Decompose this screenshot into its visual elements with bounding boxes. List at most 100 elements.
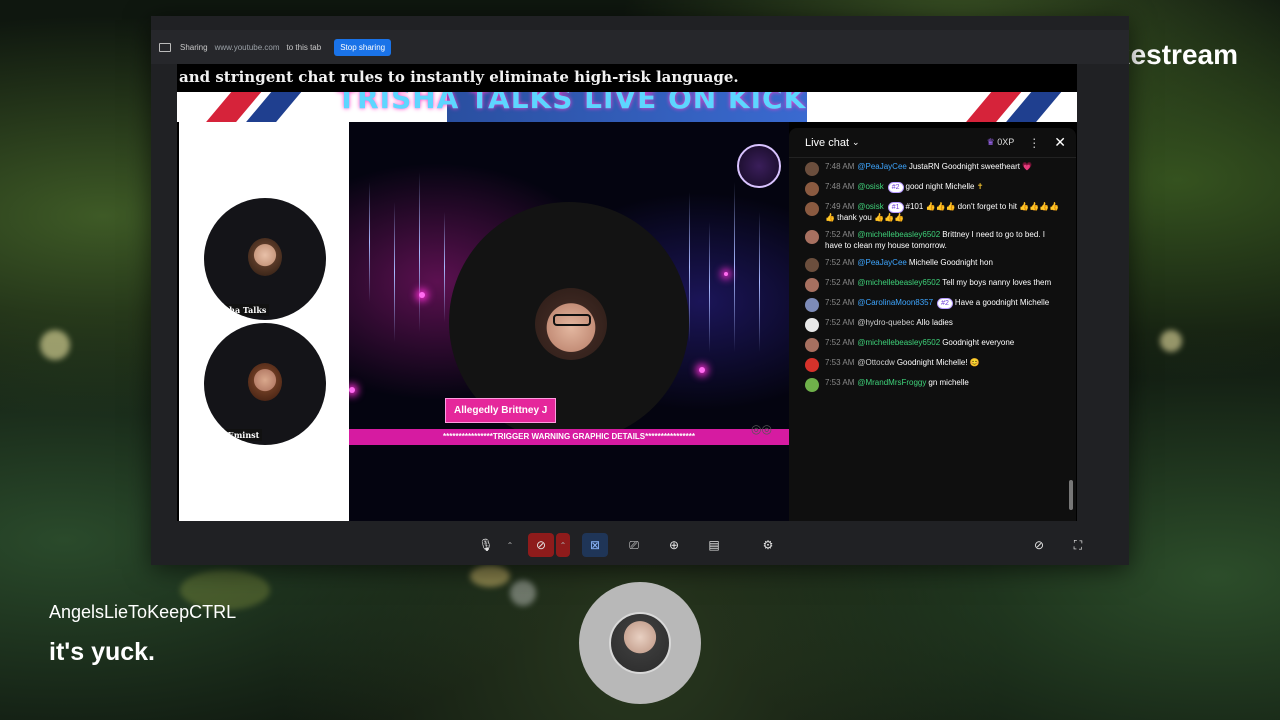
- chat-message[interactable]: 7:52 AM @michellebeasley6502 Tell my boys …: [805, 277, 1062, 292]
- chat-username[interactable]: @michellebeasley6502: [857, 278, 940, 287]
- bokeh-light: [470, 565, 510, 587]
- xp-value: 0XP: [997, 137, 1015, 147]
- chat-avatar[interactable]: [805, 357, 819, 372]
- stop-sharing-button[interactable]: Stop sharing: [334, 38, 392, 56]
- chat-username[interactable]: @michellebeasley6502: [857, 338, 940, 347]
- chat-message-body: 7:53 AM @Ottocdw Goodnight Michelle! 😊: [825, 358, 1062, 372]
- screen-share-toggle-icon[interactable]: ⊠: [582, 533, 608, 557]
- settings-gear-icon[interactable]: ⚙: [755, 533, 781, 557]
- sparkle: [724, 272, 728, 276]
- chat-avatar[interactable]: [805, 377, 819, 392]
- chat-username[interactable]: @MrandMrsFroggy: [857, 378, 926, 387]
- chat-message[interactable]: 7:48 AM @osisk #2 good night Michelle ✝: [805, 182, 1062, 196]
- chat-text: Have a goodnight Michelle: [954, 297, 1050, 307]
- light-streak: [709, 222, 710, 352]
- crown-icon: ♛: [986, 137, 995, 147]
- chat-header: Live chat ⌄ ♛ 0XP ⋮ ✕: [789, 128, 1076, 158]
- caption-text: and stringent chat rules to instantly el…: [177, 68, 1077, 94]
- guest-label: CLIEminst: [209, 429, 263, 441]
- commenter-name: AngelsLieToKeepCTRL: [49, 602, 237, 622]
- chat-message-body: 7:48 AM @PeaJayCee JustaRN Goodnight sweet…: [825, 162, 1062, 176]
- chat-message-body: 7:53 AM @MrandMrsFroggy gn michelle: [825, 378, 1062, 392]
- hide-self-view-icon[interactable]: ⊘: [1026, 533, 1052, 557]
- share-target-label: to this tab: [286, 42, 322, 52]
- chat-message[interactable]: 7:52 AM @PeaJayCee Michelle Goodnight hon: [805, 257, 1062, 272]
- fullscreen-icon[interactable]: ⛶: [1065, 533, 1091, 557]
- chat-timestamp: 7:49 AM: [825, 202, 855, 211]
- add-person-icon[interactable]: ⊕: [661, 533, 687, 557]
- chat-timestamp: 7:52 AM: [825, 337, 855, 347]
- chat-message[interactable]: 7:52 AM @CarolinaMoon8357 #2 Have a goodnig…: [805, 297, 1062, 312]
- chat-username[interactable]: @hydro-quebec: [857, 318, 914, 327]
- rank-badge: #2: [937, 297, 953, 310]
- chat-message[interactable]: 7:52 AM @michellebeasley6502 Brittney I ne…: [805, 230, 1062, 252]
- chat-avatar[interactable]: [805, 277, 819, 292]
- chat-username[interactable]: @osisk: [857, 182, 883, 191]
- emoji: 💗: [1022, 162, 1033, 171]
- chat-username[interactable]: @PeaJayCee: [857, 258, 906, 267]
- chevron-down-icon[interactable]: ⌄: [852, 137, 860, 148]
- guest-panel: Trisha Talks CLIEminst: [179, 122, 349, 521]
- present-icon[interactable]: ⎚: [621, 533, 647, 557]
- more-options-icon[interactable]: ⋮: [1028, 136, 1040, 150]
- chat-avatar[interactable]: [805, 162, 819, 176]
- microphone-icon[interactable]: 🎙: [473, 533, 499, 557]
- light-streak: [759, 212, 760, 352]
- chat-timestamp: 7:48 AM: [825, 182, 855, 191]
- chat-avatar[interactable]: [805, 230, 819, 245]
- chevron-up-icon[interactable]: ⌃: [556, 533, 570, 557]
- xp-counter[interactable]: ♛ 0XP: [987, 137, 1015, 148]
- chat-avatar[interactable]: [805, 317, 819, 332]
- glasses: [553, 314, 591, 326]
- bokeh-light: [510, 580, 536, 606]
- speaker-name-tag: Allegedly Brittney J: [445, 398, 557, 423]
- chat-avatar[interactable]: [805, 202, 819, 216]
- chat-timestamp: 7:52 AM: [825, 317, 855, 327]
- chat-username[interactable]: @CarolinaMoon8357: [857, 298, 933, 307]
- chat-message-body: 7:52 AM @PeaJayCee Michelle Goodnight hon: [825, 258, 1062, 272]
- chat-avatar[interactable]: [805, 182, 819, 196]
- sharing-label: Sharing: [180, 42, 208, 52]
- shared-url: www.youtube.com: [214, 42, 280, 52]
- chat-message-list: 7:48 AM @PeaJayCee JustaRN Goodnight sweet…: [789, 158, 1076, 392]
- chat-text: gn michelle: [928, 377, 969, 387]
- chat-text: JustaRN Goodnight sweetheart: [908, 162, 1021, 171]
- chevron-up-icon[interactable]: ⌃: [503, 533, 517, 557]
- chat-message[interactable]: 7:53 AM @MrandMrsFroggy gn michelle: [805, 377, 1062, 392]
- chat-message[interactable]: 7:48 AM @PeaJayCee JustaRN Goodnight sweet…: [805, 162, 1062, 176]
- close-icon[interactable]: ✕: [1054, 134, 1066, 151]
- chat-message-body: 7:52 AM @michellebeasley6502 Brittney I ne…: [825, 230, 1062, 252]
- chat-message-body: 7:49 AM @osisk #1 #101 👍👍👍 don't forget to …: [825, 202, 1062, 224]
- chat-title[interactable]: Live chat: [805, 137, 849, 149]
- screen-share-bar: Sharing www.youtube.com to this tab Stop…: [151, 30, 1129, 64]
- camera-off-icon[interactable]: ⊘: [528, 533, 554, 557]
- chat-timestamp: 7:53 AM: [825, 357, 855, 367]
- chat-text: Michelle Goodnight hon: [908, 257, 993, 267]
- sparkle: [699, 367, 705, 373]
- chat-message[interactable]: 7:52 AM @michellebeasley6502 Goodnight eve…: [805, 337, 1062, 352]
- live-chat-panel: Live chat ⌄ ♛ 0XP ⋮ ✕ 7:48 AM @PeaJayCee J…: [789, 128, 1076, 521]
- chat-message-body: 7:52 AM @CarolinaMoon8357 #2 Have a goodnig…: [825, 297, 1062, 312]
- chat-message[interactable]: 7:52 AM @hydro-quebec Allo ladies: [805, 317, 1062, 332]
- chat-username[interactable]: @Ottocdw: [857, 358, 894, 367]
- restream-logo: Restream: [1110, 39, 1238, 70]
- screen-share-window: Sharing www.youtube.com to this tab Stop…: [151, 16, 1129, 565]
- rank-badge: #2: [887, 182, 904, 194]
- banner-title: TRISHA TALKS LIVE ON KICK: [337, 92, 807, 115]
- chat-message[interactable]: 7:49 AM @osisk #1 #101 👍👍👍 don't forget to …: [805, 202, 1062, 224]
- emoji: 😊: [969, 357, 980, 367]
- light-streak: [369, 182, 370, 302]
- chat-avatar[interactable]: [805, 337, 819, 352]
- chat-avatar[interactable]: [805, 257, 819, 272]
- chat-username[interactable]: @michellebeasley6502: [857, 230, 940, 239]
- bokeh-light: [40, 330, 70, 360]
- chat-message[interactable]: 7:53 AM @Ottocdw Goodnight Michelle! 😊: [805, 357, 1062, 372]
- chat-username[interactable]: @osisk: [857, 202, 883, 211]
- chat-scrollbar[interactable]: [1069, 480, 1073, 510]
- chat-message-body: 7:52 AM @michellebeasley6502 Goodnight eve…: [825, 338, 1062, 352]
- chat-avatar[interactable]: [805, 297, 819, 312]
- chat-timestamp: 7:52 AM: [825, 297, 855, 307]
- chat-username[interactable]: @PeaJayCee: [857, 162, 906, 171]
- notes-icon[interactable]: ▤: [701, 533, 727, 557]
- light-streak: [394, 202, 395, 342]
